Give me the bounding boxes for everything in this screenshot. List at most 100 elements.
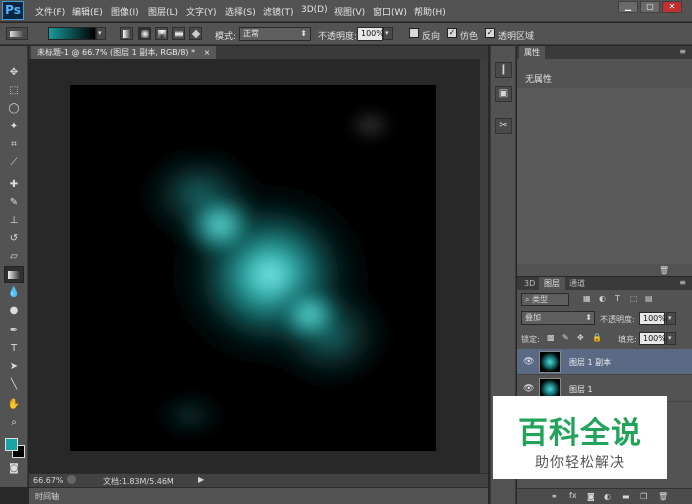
angle-gradient-button[interactable] <box>155 27 168 40</box>
blur-tool[interactable]: 💧 <box>4 284 24 301</box>
menu-layer[interactable]: 图层(L) <box>148 5 178 18</box>
healing-brush-tool[interactable]: ✚ <box>4 176 24 193</box>
trash-icon[interactable]: 🗑 <box>658 492 668 501</box>
magic-wand-tool[interactable]: ✦ <box>4 118 24 135</box>
trash-icon[interactable]: 🗑 <box>659 266 669 275</box>
menu-view[interactable]: 视图(V) <box>334 5 365 18</box>
lock-image-icon[interactable]: ✎ <box>562 333 569 342</box>
linear-gradient-button[interactable] <box>120 27 133 40</box>
panel-menu-icon[interactable]: ≡ <box>679 278 686 287</box>
zoom-tool[interactable]: ⌕ <box>4 414 24 431</box>
vertical-scrollbar[interactable] <box>480 59 488 473</box>
layer-opacity-input[interactable]: 100% <box>639 312 666 325</box>
timeline-bar[interactable]: 时间轴 <box>29 487 488 504</box>
filter-type-icon[interactable]: T <box>615 294 620 303</box>
history-brush-tool[interactable]: ↺ <box>4 230 24 247</box>
document-info: 文档:1.83M/5.46M <box>103 477 174 486</box>
menu-edit[interactable]: 编辑(E) <box>72 5 103 18</box>
marquee-tool[interactable]: ⬚ <box>4 82 24 99</box>
fill-dropdown[interactable]: ▾ <box>666 332 676 345</box>
tool-presets-button[interactable]: ✂ <box>495 118 512 134</box>
close-tab-icon[interactable]: × <box>204 48 211 57</box>
adjustment-icon[interactable]: ◐ <box>604 492 611 501</box>
move-icon: ✥ <box>9 67 19 78</box>
fx-icon[interactable]: fx <box>569 491 577 500</box>
tab-3d[interactable]: 3D <box>519 277 540 290</box>
gradient-tool[interactable] <box>4 266 24 283</box>
zoom-level[interactable]: 66.67% <box>33 476 64 485</box>
document-tab[interactable]: 未标题-1 @ 66.7% (图层 1 副本, RGB/8) * × <box>31 46 217 59</box>
filter-adjustment-icon[interactable]: ◐ <box>599 294 606 303</box>
gradient-preview[interactable] <box>48 27 96 40</box>
gradient-icon <box>8 271 20 279</box>
foreground-color-swatch[interactable] <box>5 438 18 451</box>
filter-pixel-icon[interactable]: ▦ <box>583 294 591 303</box>
menu-select[interactable]: 选择(S) <box>225 5 256 18</box>
path-selection-icon: ➤ <box>9 361 19 372</box>
fill-input[interactable]: 100% <box>639 332 666 345</box>
menu-filter[interactable]: 滤镜(T) <box>263 5 294 18</box>
filter-shape-icon[interactable]: ⬚ <box>630 294 638 303</box>
lock-position-icon[interactable]: ✥ <box>577 333 584 342</box>
lasso-tool[interactable]: ◯ <box>4 100 24 117</box>
menu-help[interactable]: 帮助(H) <box>414 5 446 18</box>
move-tool[interactable]: ✥ <box>4 64 24 81</box>
lock-transparent-icon[interactable]: ▩ <box>547 333 555 342</box>
radial-gradient-button[interactable] <box>138 27 151 40</box>
folder-icon[interactable]: ▬ <box>622 492 630 501</box>
path-selection-tool[interactable]: ➤ <box>4 358 24 375</box>
zoom-icon: ⌕ <box>11 417 17 428</box>
canvas-workspace[interactable] <box>29 59 488 473</box>
menu-3d[interactable]: 3D(D) <box>301 5 328 15</box>
panel-menu-icon[interactable]: ≡ <box>679 47 686 56</box>
tab-channels[interactable]: 通道 <box>564 277 590 290</box>
layer-filter-select[interactable]: ⌕ 类型 <box>521 293 569 306</box>
history-panel-button[interactable]: ❙ <box>495 62 512 78</box>
opacity-dropdown[interactable]: ▾ <box>383 27 393 40</box>
filter-smart-icon[interactable]: ▤ <box>645 294 653 303</box>
menu-image[interactable]: 图像(I) <box>111 5 139 18</box>
blend-mode-select[interactable]: 叠加 ⬍ <box>521 311 595 325</box>
tool-preset-picker[interactable] <box>6 27 28 40</box>
minimize-button[interactable]: ▁ <box>618 1 638 13</box>
opacity-input[interactable]: 100% <box>357 27 384 41</box>
maximize-button[interactable]: ▢ <box>640 1 660 13</box>
tab-layers[interactable]: 图层 <box>539 277 565 290</box>
status-menu-icon[interactable] <box>67 475 76 484</box>
eraser-tool[interactable]: ▱ <box>4 248 24 265</box>
actions-panel-button[interactable]: ▣ <box>495 86 512 102</box>
mask-icon[interactable]: ◙ <box>587 492 595 501</box>
close-button[interactable]: ✕ <box>662 1 682 13</box>
clone-stamp-tool[interactable]: ⊥ <box>4 212 24 229</box>
reflected-gradient-button[interactable] <box>172 27 185 40</box>
eye-icon[interactable]: 👁 <box>523 357 534 367</box>
menu-type[interactable]: 文字(Y) <box>186 5 217 18</box>
link-icon[interactable]: ⚭ <box>551 492 558 501</box>
document-canvas[interactable] <box>70 85 436 451</box>
new-layer-icon[interactable]: ❐ <box>640 492 647 501</box>
transparency-checkbox[interactable]: ✓ <box>485 28 495 38</box>
eyedropper-tool[interactable]: ⟋ <box>4 154 24 171</box>
tab-properties[interactable]: 属性 <box>519 46 545 59</box>
gradient-dropdown[interactable]: ▾ <box>96 27 106 40</box>
dodge-tool[interactable]: ● <box>4 302 24 319</box>
lock-all-icon[interactable]: 🔒 <box>592 333 602 342</box>
type-tool[interactable]: T <box>4 340 24 357</box>
crop-tool[interactable]: ⌗ <box>4 136 24 153</box>
tool-presets-icon: ✂ <box>499 120 508 131</box>
line-tool[interactable]: ╲ <box>4 376 24 393</box>
menu-file[interactable]: 文件(F) <box>35 5 65 18</box>
mode-select[interactable]: 正常 ⬍ <box>239 27 311 41</box>
menu-window[interactable]: 窗口(W) <box>373 5 407 18</box>
reverse-checkbox[interactable] <box>409 28 419 38</box>
eye-icon[interactable]: 👁 <box>523 384 534 394</box>
dither-checkbox[interactable]: ✓ <box>447 28 457 38</box>
quick-mask-button[interactable]: ◙ <box>4 460 24 477</box>
brush-tool[interactable]: ✎ <box>4 194 24 211</box>
status-arrow-icon[interactable]: ▶ <box>198 475 204 484</box>
pen-tool[interactable]: ✒ <box>4 322 24 339</box>
layer-item-copy[interactable]: 👁 图层 1 副本 <box>517 349 692 375</box>
diamond-gradient-button[interactable] <box>189 27 202 40</box>
layer-opacity-dropdown[interactable]: ▾ <box>666 312 676 325</box>
hand-tool[interactable]: ✋ <box>4 396 24 413</box>
